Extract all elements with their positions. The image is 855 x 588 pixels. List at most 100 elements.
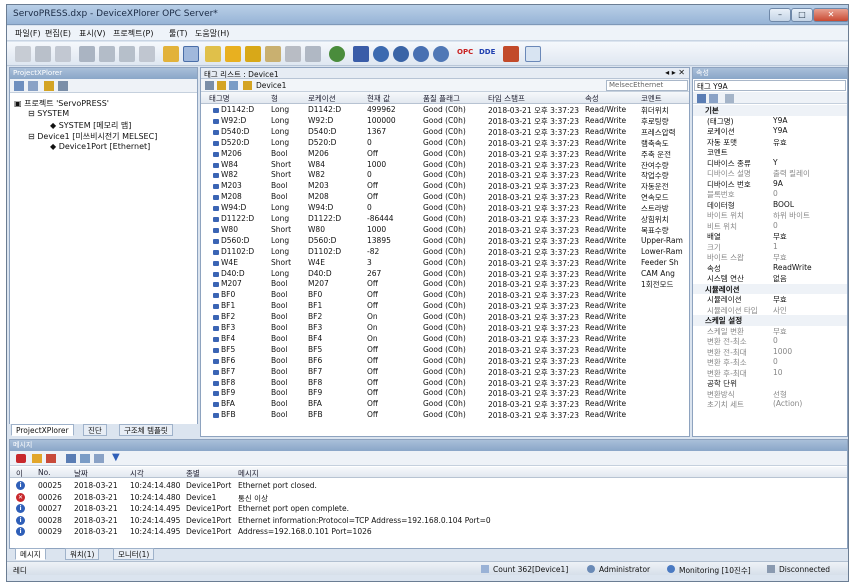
panel-nav-icon[interactable]: ◂ ▸ ✕	[665, 68, 685, 77]
tag-row[interactable]: BF1 Bool BF1 Off Good (C0h) 2018-03-21 오후 3:3…	[201, 301, 689, 312]
title-bar[interactable]: ServoPRESS.dxp - DeviceXPlorer OPC Serve…	[7, 5, 848, 25]
property-value[interactable]: 9A	[773, 179, 783, 188]
delete-icon[interactable]	[139, 46, 155, 62]
tab-monitor[interactable]: 모니터(1)	[113, 548, 155, 560]
property-row[interactable]: 바이트 스왑 무효	[693, 252, 847, 263]
tag-row[interactable]: W92:D Long W92:D 100000 Good (C0h) 2018-03-21…	[201, 116, 689, 127]
close-button[interactable]: ✕	[813, 8, 848, 22]
property-value[interactable]: 없음	[773, 273, 787, 284]
property-row[interactable]: 변환 후-최소 0	[693, 357, 847, 368]
tag-row[interactable]: D520:D Long D520:D 0 Good (C0h) 2018-03-21 오후…	[201, 138, 689, 149]
tag-row[interactable]: BF3 Bool BF3 On Good (C0h) 2018-03-21 오후 3:37…	[201, 323, 689, 334]
menu-edit[interactable]: 편집(E)	[45, 28, 71, 39]
tree-view-icon[interactable]	[14, 81, 24, 91]
property-value[interactable]: 0	[773, 336, 778, 345]
property-value[interactable]: 무효	[773, 326, 787, 337]
tag-row[interactable]: BF4 Bool BF4 On Good (C0h) 2018-03-21 오후 3:37…	[201, 334, 689, 345]
property-value[interactable]: 사인	[773, 305, 787, 316]
tab-projectxplorer[interactable]: ProjectXPlorer	[11, 424, 74, 436]
property-value[interactable]: 1	[773, 242, 778, 251]
property-row[interactable]: 바이트 위치 하위 바이트	[693, 210, 847, 221]
tag-row[interactable]: BF6 Bool BF6 Off Good (C0h) 2018-03-21 오후 3:3…	[201, 356, 689, 367]
message-row[interactable]: i 00025 2018-03-21 10:24:14.480 Device1Port E…	[10, 480, 847, 492]
save-icon[interactable]	[55, 46, 71, 62]
message-row[interactable]: i 00028 2018-03-21 10:24:14.495 Device1Port E…	[10, 515, 847, 527]
property-row[interactable]: 시뮬레이션 무효	[693, 294, 847, 305]
property-category[interactable]: 시뮬레이션	[693, 283, 847, 294]
minimize-button[interactable]: –	[769, 8, 791, 22]
refresh-icon[interactable]	[58, 81, 68, 91]
tag-row[interactable]: BF8 Bool BF8 Off Good (C0h) 2018-03-21 오후 3:3…	[201, 378, 689, 389]
alphabetical-icon[interactable]	[709, 94, 718, 103]
menu-help[interactable]: 도움말(H)	[195, 28, 229, 39]
tag-row[interactable]: D560:D Long D560:D 13895 Good (C0h) 2018-03-2…	[201, 236, 689, 247]
property-value[interactable]: 무효	[773, 231, 787, 242]
col-timestamp[interactable]: 타임 스탬프	[488, 93, 525, 104]
tag-row[interactable]: D1122:D Long D1122:D -86444 Good (C0h) 2018-0…	[201, 214, 689, 225]
add-tag-icon[interactable]	[225, 46, 241, 62]
link-icon[interactable]	[285, 46, 301, 62]
chart-icon[interactable]	[525, 46, 541, 62]
tag-row[interactable]: D1102:D Long D1102:D -82 Good (C0h) 2018-03-2…	[201, 247, 689, 258]
property-value[interactable]: 10	[773, 368, 783, 377]
property-row[interactable]: 크기 1	[693, 242, 847, 253]
property-row[interactable]: 시뮬레이션 타입 사인	[693, 305, 847, 316]
property-row[interactable]: 데이터형 BOOL	[693, 200, 847, 211]
property-row[interactable]: (태그명) Y9A	[693, 116, 847, 127]
tag-row[interactable]: BF7 Bool BF7 Off Good (C0h) 2018-03-21 오후 3:3…	[201, 367, 689, 378]
col-location[interactable]: 로케이션	[308, 93, 336, 104]
tag-row[interactable]: M208 Bool M208 Off Good (C0h) 2018-03-21 오후 3…	[201, 192, 689, 203]
menu-project[interactable]: 프로젝트(P)	[113, 28, 154, 39]
run-gear-icon[interactable]	[433, 46, 449, 62]
tab-watch[interactable]: 워치(1)	[65, 548, 100, 560]
copy-icon[interactable]	[99, 46, 115, 62]
tools-icon[interactable]	[503, 46, 519, 62]
property-category[interactable]: 스케일 설정	[693, 315, 847, 326]
property-value[interactable]: 하위 바이트	[773, 210, 810, 221]
menu-file[interactable]: 파일(F)	[15, 28, 41, 39]
col-quality[interactable]: 품질 플래그	[423, 93, 460, 104]
tag-row[interactable]: W80 Short W80 1000 Good (C0h) 2018-03-21 오후 3…	[201, 225, 689, 236]
tab-messages[interactable]: 메시지	[15, 548, 46, 560]
property-row[interactable]: 비트 위치 0	[693, 221, 847, 232]
col-type[interactable]: 형	[271, 93, 278, 104]
property-value[interactable]: 출력 릴레이	[773, 168, 810, 179]
tag-row[interactable]: BF0 Bool BF0 Off Good (C0h) 2018-03-21 오후 3:3…	[201, 290, 689, 301]
property-category[interactable]: 기본	[693, 105, 847, 116]
add-device-icon[interactable]	[205, 46, 221, 62]
tag-row[interactable]: D40:D Long D40:D 267 Good (C0h) 2018-03-21 오후…	[201, 269, 689, 280]
add-tag-small-icon[interactable]	[205, 81, 214, 90]
folder-small-icon[interactable]	[217, 81, 226, 90]
tag-row[interactable]: W94:D Long W94:D 0 Good (C0h) 2018-03-21 오후 3…	[201, 203, 689, 214]
tag-row[interactable]: D1142:D Long D1142:D 499962 Good (C0h) 2018-0…	[201, 105, 689, 116]
dde-button[interactable]: DDE	[479, 48, 495, 56]
open-icon[interactable]	[35, 46, 51, 62]
monitor-icon[interactable]	[353, 46, 369, 62]
clear-icon[interactable]	[80, 454, 90, 463]
list-view-icon[interactable]	[28, 81, 38, 91]
export-icon[interactable]	[66, 454, 76, 463]
col-msg-icon[interactable]: 이	[16, 468, 23, 479]
categorized-icon[interactable]	[697, 94, 706, 103]
tag-row[interactable]: BFB Bool BFB Off Good (C0h) 2018-03-21 오후 3:3…	[201, 410, 689, 421]
add-group-icon[interactable]	[245, 46, 261, 62]
menu-tools[interactable]: 툴(T)	[169, 28, 188, 39]
tab-struct-template[interactable]: 구조체 템플릿	[119, 424, 173, 436]
tag-row[interactable]: M203 Bool M203 Off Good (C0h) 2018-03-21 오후 3…	[201, 181, 689, 192]
property-value[interactable]: Y9A	[773, 126, 787, 135]
filter-icon[interactable]: ▼	[112, 453, 120, 463]
add-port-icon[interactable]	[265, 46, 281, 62]
property-value[interactable]: 0	[773, 357, 778, 366]
col-msg-date[interactable]: 날짜	[74, 468, 88, 479]
property-row[interactable]: 자동 포맷 유효	[693, 137, 847, 148]
property-value[interactable]: 0	[773, 221, 778, 230]
col-comment[interactable]: 코멘트	[641, 93, 662, 104]
property-row[interactable]: 디바이스 번호 9A	[693, 179, 847, 190]
col-msg-kind[interactable]: 종별	[186, 468, 200, 479]
copy-message-icon[interactable]	[94, 454, 104, 463]
property-value[interactable]: ReadWrite	[773, 263, 812, 272]
select-icon[interactable]	[163, 46, 179, 62]
property-row[interactable]: 배열 무효	[693, 231, 847, 242]
warning-filter-icon[interactable]	[32, 454, 42, 463]
settings-gear-icon[interactable]	[393, 46, 409, 62]
